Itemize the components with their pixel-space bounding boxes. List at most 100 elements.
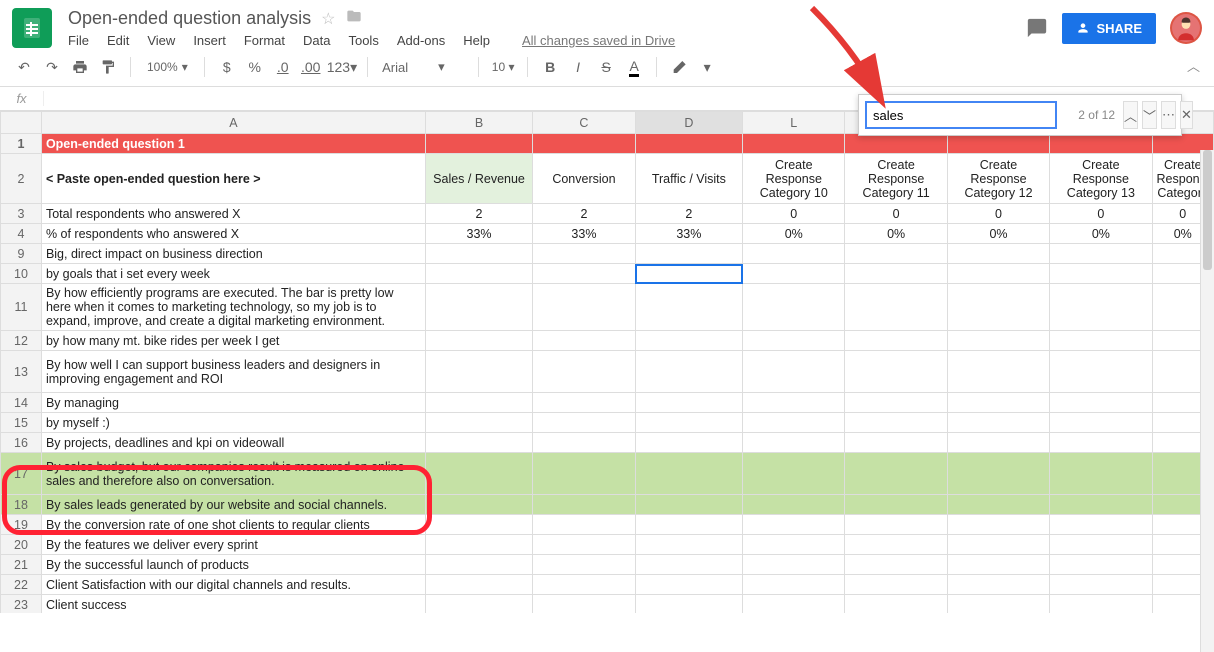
cell[interactable]: [635, 351, 742, 393]
menu-insert[interactable]: Insert: [193, 33, 226, 48]
cell[interactable]: [635, 535, 742, 555]
cell[interactable]: [947, 555, 1049, 575]
cell[interactable]: [1050, 351, 1152, 393]
strikethrough-button[interactable]: S: [594, 54, 618, 80]
spreadsheet-grid[interactable]: A B C D L M N O P 1 Open-ended question …: [0, 111, 1214, 613]
cell[interactable]: [425, 284, 532, 331]
cell[interactable]: [425, 244, 532, 264]
number-format-button[interactable]: 123 ▾: [327, 54, 357, 80]
cell[interactable]: [1050, 595, 1152, 614]
font-size-select[interactable]: 10 ▾: [489, 60, 517, 74]
cell[interactable]: 33%: [425, 224, 532, 244]
italic-button[interactable]: I: [566, 54, 590, 80]
cell[interactable]: [425, 575, 532, 595]
cell[interactable]: [947, 284, 1049, 331]
cell[interactable]: By how well I can support business leade…: [41, 351, 425, 393]
menu-view[interactable]: View: [147, 33, 175, 48]
cell[interactable]: [845, 515, 947, 535]
vertical-scrollbar[interactable]: [1200, 150, 1214, 652]
row-header[interactable]: 18: [1, 495, 42, 515]
cell[interactable]: [845, 495, 947, 515]
menu-format[interactable]: Format: [244, 33, 285, 48]
cell[interactable]: [947, 595, 1049, 614]
cell[interactable]: by goals that i set every week: [41, 264, 425, 284]
cell[interactable]: [635, 495, 742, 515]
cell[interactable]: By projects, deadlines and kpi on videow…: [41, 433, 425, 453]
cell[interactable]: [743, 413, 845, 433]
cell[interactable]: By the features we deliver every sprint: [41, 535, 425, 555]
cell[interactable]: Conversion: [533, 154, 635, 204]
cell[interactable]: [743, 331, 845, 351]
cell[interactable]: [635, 453, 742, 495]
zoom-select[interactable]: 100% ▾: [141, 60, 194, 74]
cell[interactable]: [947, 331, 1049, 351]
cell[interactable]: [743, 555, 845, 575]
cell[interactable]: % of respondents who answered X: [41, 224, 425, 244]
cell[interactable]: [1050, 575, 1152, 595]
cell[interactable]: [1050, 453, 1152, 495]
toolbar-collapse-icon[interactable]: ︿: [1187, 56, 1200, 75]
cell[interactable]: [1050, 264, 1152, 284]
cell[interactable]: [533, 351, 635, 393]
cell[interactable]: [743, 575, 845, 595]
cell[interactable]: 2: [635, 204, 742, 224]
cell[interactable]: [743, 453, 845, 495]
row-header[interactable]: 10: [1, 264, 42, 284]
cell[interactable]: [533, 555, 635, 575]
row-header[interactable]: 17: [1, 453, 42, 495]
cell[interactable]: [635, 284, 742, 331]
cell[interactable]: [533, 595, 635, 614]
cell[interactable]: Total respondents who answered X: [41, 204, 425, 224]
cell[interactable]: Create Response Category 13: [1050, 154, 1152, 204]
cell[interactable]: [1050, 413, 1152, 433]
cell[interactable]: Traffic / Visits: [635, 154, 742, 204]
find-more-button[interactable]: ⋯: [1161, 101, 1176, 129]
cell[interactable]: [845, 393, 947, 413]
cell[interactable]: [635, 575, 742, 595]
menu-file[interactable]: File: [68, 33, 89, 48]
cell[interactable]: by how many mt. bike rides per week I ge…: [41, 331, 425, 351]
row-header[interactable]: 20: [1, 535, 42, 555]
cell[interactable]: By managing: [41, 393, 425, 413]
cell[interactable]: [947, 413, 1049, 433]
cell[interactable]: 33%: [533, 224, 635, 244]
currency-button[interactable]: $: [215, 54, 239, 80]
cell[interactable]: [1050, 244, 1152, 264]
cell[interactable]: [533, 264, 635, 284]
cell[interactable]: [947, 575, 1049, 595]
redo-button[interactable]: ↷: [40, 54, 64, 80]
row-header[interactable]: 23: [1, 595, 42, 614]
cell[interactable]: By how efficiently programs are executed…: [41, 284, 425, 331]
cell[interactable]: 2: [425, 204, 532, 224]
cell[interactable]: [533, 515, 635, 535]
row-header[interactable]: 12: [1, 331, 42, 351]
row-header[interactable]: 19: [1, 515, 42, 535]
cell[interactable]: [425, 535, 532, 555]
star-icon[interactable]: ☆: [321, 9, 335, 29]
document-title[interactable]: Open-ended question analysis: [68, 8, 311, 29]
cell[interactable]: [425, 595, 532, 614]
cell[interactable]: [947, 244, 1049, 264]
cell[interactable]: [743, 244, 845, 264]
cell[interactable]: [845, 453, 947, 495]
cell[interactable]: Sales / Revenue: [425, 154, 532, 204]
row-header[interactable]: 9: [1, 244, 42, 264]
cell[interactable]: [845, 331, 947, 351]
cell[interactable]: [533, 393, 635, 413]
row-header[interactable]: 3: [1, 204, 42, 224]
cell[interactable]: [635, 331, 742, 351]
cell[interactable]: [947, 453, 1049, 495]
borders-button[interactable]: ▾: [695, 54, 719, 80]
cell[interactable]: [1050, 495, 1152, 515]
cell[interactable]: [425, 515, 532, 535]
cell[interactable]: [425, 264, 532, 284]
cell[interactable]: [947, 515, 1049, 535]
cell[interactable]: [743, 264, 845, 284]
row-header[interactable]: 21: [1, 555, 42, 575]
cell[interactable]: By sales budget, but our companies resul…: [41, 453, 425, 495]
percent-button[interactable]: %: [243, 54, 267, 80]
find-close-button[interactable]: ✕: [1180, 101, 1193, 129]
cell[interactable]: [845, 535, 947, 555]
sheets-logo[interactable]: [12, 8, 52, 48]
cell[interactable]: by myself :): [41, 413, 425, 433]
